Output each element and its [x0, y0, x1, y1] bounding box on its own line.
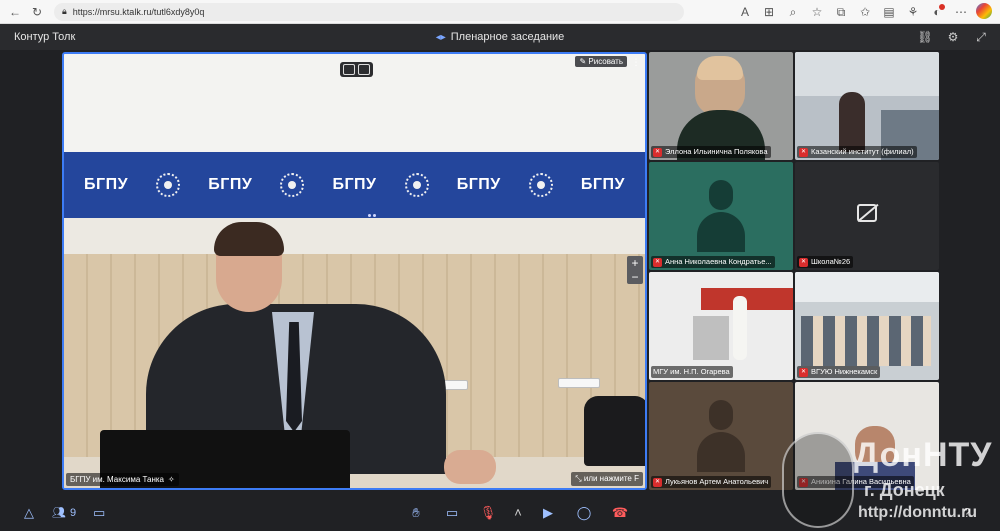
speaker-name-tag: БГПУ им. Максима Танка ✧ — [66, 473, 179, 486]
raise-hand-icon[interactable]: ✋︎ — [405, 502, 427, 524]
meeting-title-bar: ◂▸ Пленарное заседание — [0, 31, 1000, 43]
main-video[interactable]: БГПУ БГПУ БГПУ БГПУ БГПУ ✎ Рисовать ⋮ + … — [62, 52, 647, 490]
star-icon[interactable]: ☆ — [808, 3, 826, 21]
layout-switcher[interactable] — [340, 62, 373, 77]
extensions-icon[interactable]: ⚘ — [904, 3, 922, 21]
call-toolbar: △ 👥︎ 9 ▭ ✋︎ ▭ 🎙︎ ˄ ▶ ◯ ☎︎ ? — [0, 494, 1000, 531]
participant-name: Лукьянов Артем Анатольевич — [665, 477, 769, 486]
participant-tile[interactable]: ✕ Анна Николаевна Кондратье... — [649, 162, 793, 270]
refresh-icon[interactable]: ↻ — [28, 3, 46, 21]
profile-icon[interactable]: ◐ — [928, 3, 946, 21]
meeting-title: Пленарное заседание — [450, 31, 565, 43]
banner: БГПУ БГПУ БГПУ БГПУ БГПУ — [64, 152, 645, 218]
mic-off-icon: ✕ — [799, 477, 808, 487]
apps-icon[interactable]: △ — [18, 502, 40, 524]
zoom-in-icon[interactable]: + — [631, 256, 638, 270]
banner-text: БГПУ — [580, 176, 625, 193]
record-icon[interactable]: ◯ — [573, 502, 595, 524]
favorites-icon[interactable]: ✩ — [856, 3, 874, 21]
participants-count: 9 — [69, 506, 77, 519]
app-icon[interactable]: ⊞ — [760, 3, 778, 21]
camera-off-icon — [857, 204, 877, 222]
search-icon[interactable]: ⌕ — [784, 3, 802, 21]
app-header: Контур Толк ◂▸ Пленарное заседание ⛓ ⚙ ⤢ — [0, 24, 1000, 50]
participant-tile[interactable]: ✕ Казанский институт (филиал) — [795, 52, 939, 160]
pin-icon[interactable]: ✧ — [168, 475, 175, 484]
hangup-icon[interactable]: ☎︎ — [609, 502, 631, 524]
participant-tile[interactable]: ✕ Аникина Галина Васильевна — [795, 382, 939, 490]
participant-tile[interactable]: МГУ им. Н.П. Огарева — [649, 272, 793, 380]
url-text: https://mrsu.ktalk.ru/tutl6xdy8y0q — [72, 6, 205, 17]
more-icon[interactable]: ⋮ — [631, 56, 641, 68]
video-scene: БГПУ БГПУ БГПУ БГПУ БГПУ — [64, 54, 645, 488]
browser-toolbar: ← ↻ 🔒︎ https://mrsu.ktalk.ru/tutl6xdy8y0… — [0, 0, 1000, 24]
address-bar[interactable]: 🔒︎ https://mrsu.ktalk.ru/tutl6xdy8y0q — [54, 2, 684, 21]
participant-name: ВГУЮ Нижнекамск — [811, 367, 878, 376]
settings-icon[interactable]: ⚙ — [944, 28, 962, 46]
chevron-up-icon[interactable]: ˄ — [513, 502, 523, 524]
participant-name: Анна Николаевна Кондратье... — [665, 257, 772, 266]
back-icon[interactable]: ← — [6, 3, 24, 21]
fullscreen-hint: ⤡ или нажмите F — [571, 472, 643, 486]
banner-text: БГПУ — [332, 176, 377, 193]
participant-name: Казанский институт (филиал) — [811, 147, 914, 156]
lock-icon: 🔒︎ — [62, 6, 67, 16]
participant-tile[interactable]: ✕ ВГУЮ Нижнекамск — [795, 272, 939, 380]
participant-tile[interactable]: ✕ Эллона Ильинична Полякова — [649, 52, 793, 160]
participants-button[interactable]: 👥︎ 9 — [52, 506, 77, 520]
participant-tile[interactable]: ✕ Лукьянов Артем Анатольевич — [649, 382, 793, 490]
fullscreen-icon[interactable]: ⤢ — [972, 28, 990, 46]
meeting-icon: ◂▸ — [435, 31, 446, 43]
mic-off-icon: ✕ — [799, 367, 808, 377]
avatar-placeholder — [697, 180, 745, 252]
participant-name: Эллона Ильинична Полякова — [665, 147, 768, 156]
banner-text: БГПУ — [84, 176, 129, 193]
participant-name: МГУ им. Н.П. Огарева — [653, 367, 730, 376]
avatar-placeholder — [697, 400, 745, 472]
zoom-control[interactable]: + − — [627, 256, 643, 284]
copilot-icon[interactable] — [976, 2, 992, 19]
mic-off-icon[interactable]: 🎙︎ — [477, 502, 499, 524]
screen-share-icon[interactable]: ▭ — [441, 502, 463, 524]
split-screen-icon[interactable]: ⧉ — [832, 3, 850, 21]
banner-text: БГПУ — [456, 176, 501, 193]
screen-icon[interactable] — [358, 64, 370, 75]
mic-off-icon: ✕ — [653, 147, 662, 157]
mic-off-icon: ✕ — [653, 477, 662, 487]
mic-off-icon: ✕ — [799, 257, 808, 267]
read-aloud-icon[interactable]: A — [736, 3, 754, 21]
chat-icon[interactable]: ▭ — [88, 502, 110, 524]
zoom-out-icon[interactable]: − — [631, 270, 638, 284]
participant-tile[interactable]: ✕ Школа№26 — [795, 162, 939, 270]
pip-icon[interactable] — [343, 64, 355, 75]
people-icon: 👥︎ — [52, 507, 66, 519]
draw-button[interactable]: ✎ Рисовать — [575, 56, 627, 67]
banner-text: БГПУ — [208, 176, 253, 193]
help-icon[interactable]: ? — [956, 502, 978, 524]
app-name: Контур Толк — [14, 31, 76, 43]
participant-name: Аникина Галина Васильевна — [811, 477, 911, 486]
collections-icon[interactable]: ▤ — [880, 3, 898, 21]
camera-icon[interactable]: ▶ — [537, 502, 559, 524]
mic-off-icon: ✕ — [799, 147, 808, 157]
participant-grid: ✕ Эллона Ильинична Полякова ✕ Казанский ин… — [649, 52, 940, 490]
more-icon[interactable]: ⋯ — [952, 3, 970, 21]
participant-name: Школа№26 — [811, 257, 851, 266]
mic-off-icon: ✕ — [653, 257, 662, 267]
link-icon[interactable]: ⛓ — [916, 28, 934, 46]
